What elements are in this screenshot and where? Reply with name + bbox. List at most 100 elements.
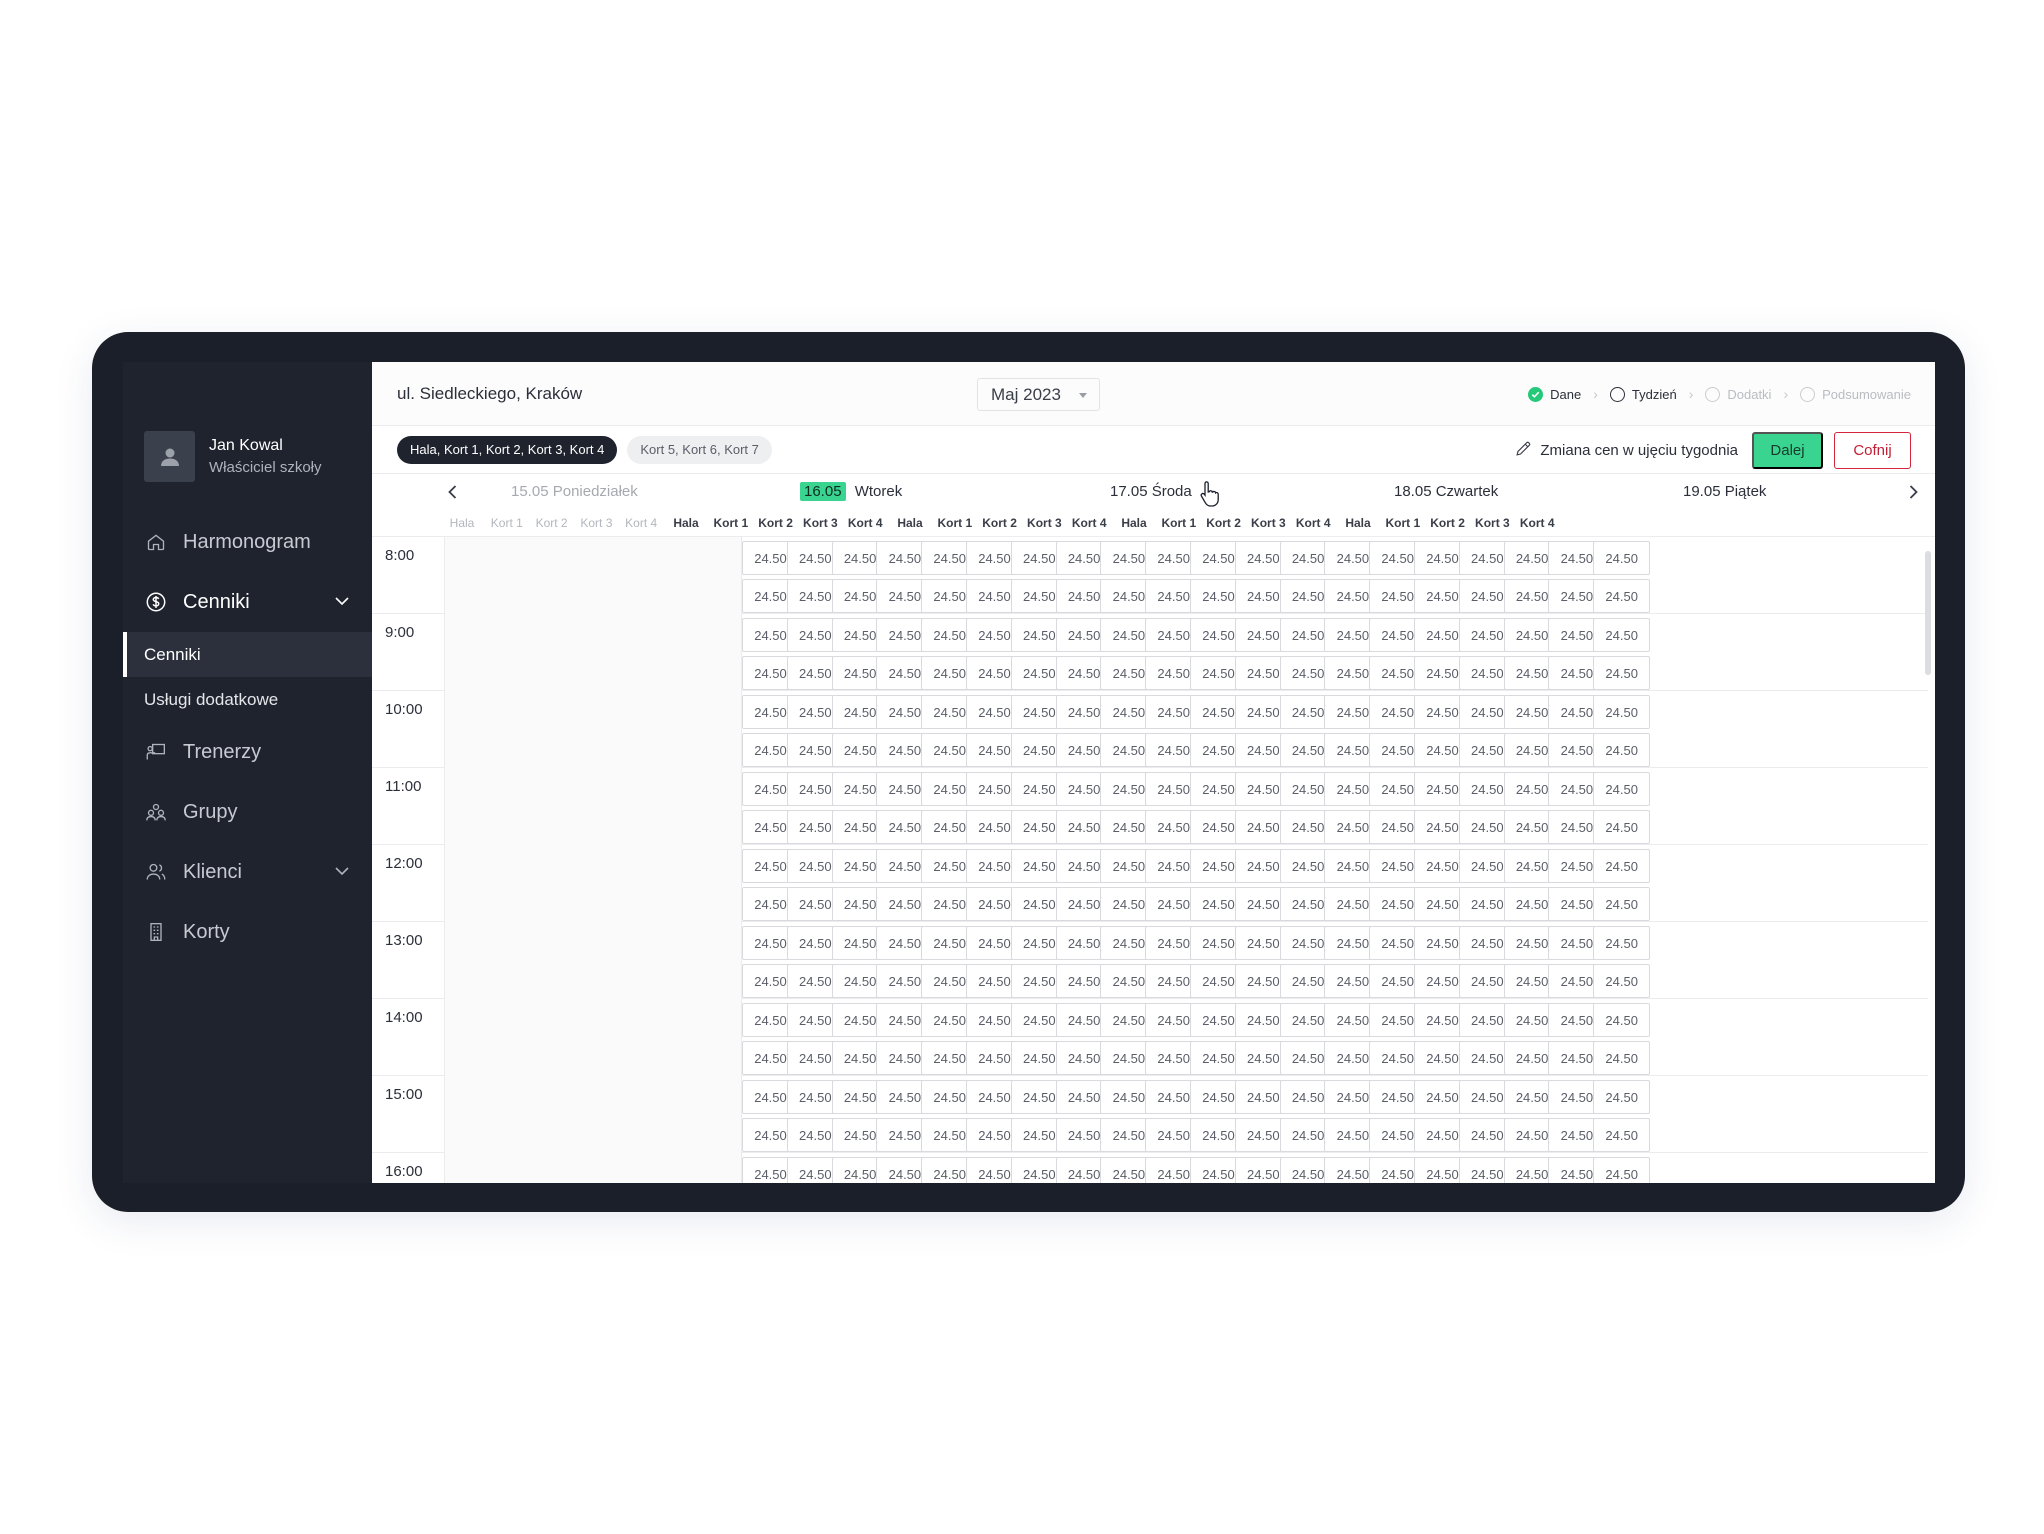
- scrollbar-thumb[interactable]: [1925, 551, 1931, 675]
- step-dane[interactable]: Dane: [1528, 386, 1582, 402]
- day-heading[interactable]: 17.05 Środa: [1110, 483, 1192, 500]
- chevron-right-icon: ›: [1688, 386, 1694, 402]
- hour-row: 16:00 24.50 24.50 24.50 24.50 24.50 24.50 24.50…: [372, 1153, 1928, 1183]
- day-date: 15.05: [511, 483, 549, 500]
- back-button[interactable]: Cofnij: [1834, 432, 1911, 469]
- price-cell[interactable]: 24.50: [1593, 964, 1651, 998]
- past-day-zone: [444, 614, 742, 691]
- sub-item-uslugi-dodatkowe[interactable]: Usługi dodatkowe: [123, 677, 372, 722]
- court-group-chip-2[interactable]: Kort 5, Kort 6, Kort 7: [627, 435, 772, 464]
- day-heading[interactable]: 19.05 Piątek: [1683, 483, 1766, 500]
- day-name: Piątek: [1724, 483, 1767, 500]
- trainer-board-icon: [145, 741, 167, 763]
- circle-icon: [1800, 386, 1816, 402]
- hour-row: 12:00 24.50 24.50 24.50 24.50 24.50 24.50 24.50…: [372, 845, 1928, 922]
- avatar: [144, 431, 195, 482]
- chevron-up-icon[interactable]: [334, 593, 350, 609]
- past-day-zone: [444, 999, 742, 1076]
- step-podsumowanie[interactable]: Podsumowanie: [1800, 386, 1911, 402]
- building-icon: [145, 921, 167, 943]
- price-cell[interactable]: 24.50: [1593, 887, 1651, 921]
- step-tydzien[interactable]: Tydzień: [1609, 386, 1677, 402]
- sub-item-cenniki[interactable]: Cenniki: [123, 632, 372, 677]
- court-column-header: Kort 4: [1519, 516, 1555, 530]
- step-dodatki[interactable]: Dodatki: [1705, 386, 1772, 402]
- day-date: 18.05: [1394, 483, 1432, 500]
- price-cell[interactable]: 24.50: [1593, 1118, 1651, 1152]
- day-date: 16.05: [800, 482, 846, 501]
- price-cell[interactable]: 24.50: [1593, 541, 1651, 575]
- price-cell[interactable]: 24.50: [1593, 1041, 1651, 1075]
- day-heading[interactable]: 16.05 Wtorek: [800, 482, 903, 501]
- day-date: 17.05: [1110, 483, 1148, 500]
- day-heading[interactable]: 15.05 Poniedziałek: [511, 483, 638, 500]
- nav-item-harmonogram[interactable]: Harmonogram: [123, 512, 372, 572]
- hour-label: 13:00: [385, 932, 423, 949]
- nav-label: Korty: [183, 920, 230, 943]
- price-cell[interactable]: 24.50: [1593, 618, 1651, 652]
- circle-icon: [1609, 386, 1625, 402]
- nav-label: Cenniki: [183, 590, 250, 613]
- nav-item-klienci[interactable]: Klienci: [123, 842, 372, 902]
- price-cell[interactable]: 24.50: [1593, 849, 1651, 883]
- vertical-scrollbar[interactable]: [1923, 537, 1933, 1183]
- price-cell[interactable]: 24.50: [1593, 733, 1651, 767]
- price-cell[interactable]: 24.50: [1593, 1157, 1651, 1183]
- price-cell[interactable]: 24.50: [1593, 926, 1651, 960]
- app-screen: Jan Kowal Właściciel szkoły Harmonogram …: [123, 362, 1935, 1183]
- hour-label: 16:00: [385, 1163, 423, 1180]
- edit-label: Zmiana cen w ujęciu tygodnia: [1540, 442, 1738, 459]
- hour-label: 12:00: [385, 855, 423, 872]
- past-day-zone: [444, 768, 742, 845]
- step-label: Dane: [1550, 386, 1582, 402]
- chevron-right-icon: ›: [1593, 386, 1598, 402]
- next-button[interactable]: Dalej: [1752, 432, 1823, 469]
- month-select[interactable]: Maj 2023: [977, 378, 1100, 411]
- user-profile[interactable]: Jan Kowal Właściciel szkoły: [144, 431, 322, 482]
- price-cell[interactable]: 24.50: [1593, 695, 1651, 729]
- day-date: 19.05: [1683, 483, 1721, 500]
- day-heading[interactable]: 18.05 Czwartek: [1394, 483, 1498, 500]
- nav-label: Klienci: [183, 860, 242, 883]
- past-day-zone: [444, 691, 742, 768]
- price-cell[interactable]: 24.50: [1593, 1080, 1651, 1114]
- nav-label: Harmonogram: [183, 530, 311, 553]
- step-label: Podsumowanie: [1822, 386, 1911, 402]
- hour-row: 8:00 24.50 24.50 24.50 24.50 24.50 24.50 24.50 2…: [372, 537, 1928, 614]
- check-circle-icon: [1528, 386, 1544, 402]
- day-name: Wtorek: [854, 483, 903, 500]
- price-cell[interactable]: 24.50: [1593, 579, 1651, 613]
- nav-label: Trenerzy: [183, 740, 262, 763]
- chevron-left-icon[interactable]: [444, 483, 462, 501]
- nav-item-korty[interactable]: Korty: [123, 902, 372, 962]
- day-name: Środa: [1151, 483, 1192, 500]
- weekly-price-edit-link[interactable]: Zmiana cen w ujęciu tygodnia: [1515, 440, 1738, 461]
- hour-row: 15:00 24.50 24.50 24.50 24.50 24.50 24.50 24.50…: [372, 1076, 1928, 1153]
- price-cell[interactable]: 24.50: [1593, 656, 1651, 690]
- step-label: Tydzień: [1631, 386, 1677, 402]
- circle-icon: [1705, 386, 1721, 402]
- chevron-right-icon[interactable]: [1904, 483, 1922, 501]
- user-role: Właściciel szkoły: [209, 458, 322, 476]
- hour-row: 10:00 24.50 24.50 24.50 24.50 24.50 24.50 24.50…: [372, 691, 1928, 768]
- hour-label: 10:00: [385, 701, 423, 718]
- dollar-circle-icon: [145, 591, 167, 613]
- price-cell[interactable]: 24.50: [1593, 810, 1651, 844]
- hour-label: 14:00: [385, 1009, 423, 1026]
- top-bar: ul. Siedleckiego, Kraków Maj 2023 Dane ›…: [372, 362, 1935, 426]
- hand-cursor-icon: [1200, 481, 1219, 507]
- court-group-chip-1[interactable]: Hala, Kort 1, Kort 2, Kort 3, Kort 4: [397, 435, 618, 464]
- nav-item-trenerzy[interactable]: Trenerzy: [123, 722, 372, 782]
- price-cell[interactable]: 24.50: [1593, 1003, 1651, 1037]
- pencil-icon: [1515, 440, 1532, 461]
- price-grid: 15.05 Poniedziałek 16.05 Wtorek 17.05 Środ…: [372, 475, 1935, 1183]
- nav-item-cenniki[interactable]: Cenniki: [123, 572, 372, 632]
- hour-label: 11:00: [385, 778, 422, 795]
- nav-item-grupy[interactable]: Grupy: [123, 782, 372, 842]
- price-cell[interactable]: 24.50: [1593, 772, 1651, 806]
- step-label: Dodatki: [1727, 386, 1772, 402]
- chevron-down-icon[interactable]: [334, 863, 350, 879]
- users-icon: [145, 861, 167, 883]
- caret-down-icon: [1079, 393, 1087, 398]
- hour-row: 13:00 24.50 24.50 24.50 24.50 24.50 24.50 24.50…: [372, 922, 1928, 999]
